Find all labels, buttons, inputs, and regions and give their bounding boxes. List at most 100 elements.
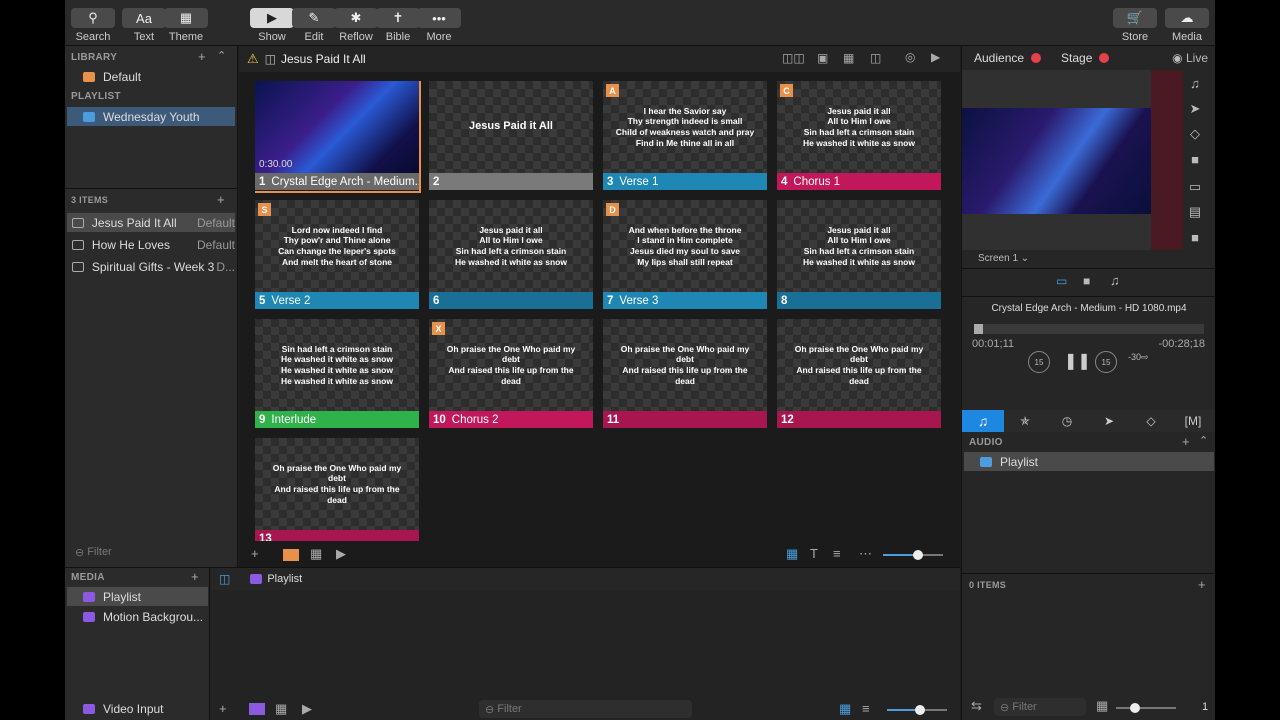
item-how-he-loves[interactable]: How He Loves Default	[67, 235, 235, 254]
transition-icon[interactable]: ▶	[302, 701, 312, 717]
slide-5[interactable]: Lord now indeed I find Thy pow'r and Thi…	[255, 200, 419, 310]
text-button[interactable]: Aa Text	[122, 8, 166, 43]
add-icon[interactable]: +	[219, 701, 227, 716]
camera-icon[interactable]: ▣	[817, 51, 828, 65]
video-input[interactable]: Video Input	[67, 699, 208, 718]
layout-icon[interactable]	[283, 549, 299, 561]
grid-view-icon[interactable]: ▦	[786, 546, 798, 562]
shuffle-icon[interactable]: ⇆	[971, 698, 982, 714]
library-default[interactable]: Default	[67, 67, 235, 86]
audio-timer-icon[interactable]: ✯	[1004, 410, 1046, 432]
zoom-knob[interactable]	[1130, 703, 1140, 713]
tab-audience[interactable]: Audience	[974, 51, 1024, 65]
add-media-icon[interactable]: +	[191, 569, 199, 584]
chevron-up-icon[interactable]: ⌃	[1199, 434, 1208, 447]
skip-back-button[interactable]: 15	[1028, 351, 1050, 373]
slide-13[interactable]: Oh praise the One Who paid my debt And r…	[255, 438, 419, 541]
add-item-icon[interactable]: +	[217, 192, 225, 207]
send-icon[interactable]: ➤	[1180, 101, 1210, 117]
add-icon[interactable]: +	[198, 49, 206, 64]
media-zoom-slider[interactable]	[887, 705, 947, 715]
bible-button[interactable]: ✝ Bible	[376, 8, 420, 43]
list-view-icon[interactable]: ≡	[862, 701, 870, 716]
media-bin-header: ◫ Playlist	[211, 568, 960, 590]
checker-icon[interactable]: ▦	[1096, 698, 1108, 714]
theme-button[interactable]: ▦ Theme	[164, 8, 208, 43]
zoom-slider[interactable]	[883, 550, 943, 560]
edit-button[interactable]: ✎ Edit	[292, 8, 336, 43]
zoom-knob[interactable]	[915, 705, 925, 715]
slide-8[interactable]: Jesus paid it all All to Him I owe Sin h…	[777, 200, 941, 310]
slide-3[interactable]: I hear the Savior say Thy strength indee…	[603, 81, 767, 191]
slide-tab-icon[interactable]: ▭	[1056, 274, 1067, 288]
slide-4[interactable]: Jesus paid it all All to Him I owe Sin h…	[777, 81, 941, 191]
slide-6[interactable]: Jesus paid it all All to Him I owe Sin h…	[429, 200, 593, 310]
chevron-up-icon[interactable]: ⌃	[217, 49, 226, 62]
list-view-icon[interactable]: ≡	[833, 546, 841, 561]
slide-12[interactable]: Oh praise the One Who paid my debt And r…	[777, 319, 941, 429]
item-jesus-paid-it-all[interactable]: Jesus Paid It All Default	[67, 213, 235, 232]
slide-11[interactable]: Oh praise the One Who paid my debt And r…	[603, 319, 767, 429]
search-button[interactable]: ⚲ Search	[71, 8, 115, 43]
record-icon[interactable]: ▦	[843, 51, 854, 65]
video-icon[interactable]: ■	[1180, 230, 1210, 245]
skip-forward-button[interactable]: 15	[1095, 351, 1117, 373]
library-filter[interactable]: ⊖ Filter	[69, 543, 233, 561]
audio-playlist[interactable]: Playlist	[964, 452, 1214, 471]
show-button[interactable]: ▶ Show	[250, 8, 294, 43]
checker-icon[interactable]: ▦	[310, 546, 322, 562]
add-item-icon[interactable]: +	[1198, 577, 1206, 592]
audio-tab-icon[interactable]: ♫	[1110, 273, 1120, 288]
grid-view-icon[interactable]: ▦	[839, 701, 851, 717]
audio-clock-icon[interactable]: ◷	[1046, 410, 1088, 432]
props-icon[interactable]: ◫	[870, 51, 881, 65]
layout-icon[interactable]	[249, 703, 265, 715]
media-progress-bar[interactable]	[974, 324, 1204, 334]
reflow-button[interactable]: ✱ Reflow	[334, 8, 378, 43]
audio-send-icon[interactable]: ➤	[1088, 410, 1130, 432]
item-spiritual-gifts[interactable]: Spiritual Gifts - Week 3 D...	[67, 257, 235, 276]
slide-text: Sin had left a crimson stain He washed i…	[281, 343, 393, 386]
tab-stage[interactable]: Stage	[1061, 51, 1092, 65]
zoom-knob[interactable]	[913, 550, 923, 560]
sidebar-toggle-icon[interactable]: ◫	[219, 572, 230, 586]
live-toggle[interactable]: ◉ Live	[1172, 51, 1208, 65]
slide-1[interactable]: 0:30.00 1 Crystal Edge Arch - Medium...	[255, 81, 421, 193]
media-playlist[interactable]: Playlist	[67, 587, 208, 606]
pause-icon[interactable]: ❚❚	[1064, 351, 1091, 371]
layers-icon[interactable]: ◇	[1180, 126, 1210, 142]
more-button[interactable]: ••• More	[417, 8, 461, 43]
store-button[interactable]: 🛒 Store	[1113, 8, 1157, 43]
text-view-icon[interactable]: T	[810, 546, 818, 561]
audio-layers-icon[interactable]: ◇	[1130, 410, 1172, 432]
slide-10[interactable]: Oh praise the One Who paid my debt And r…	[429, 319, 593, 429]
macro-icon[interactable]: ◫◫	[782, 51, 805, 65]
skip-end-button[interactable]: -30⇨	[1128, 352, 1149, 363]
announce-icon[interactable]: ■	[1180, 152, 1210, 167]
media-button[interactable]: ☁ Media	[1165, 8, 1209, 43]
add-slide-icon[interactable]: +	[251, 546, 259, 561]
add-audio-icon[interactable]: +	[1182, 434, 1190, 449]
audio-zoom-slider[interactable]	[1116, 703, 1176, 713]
more-view-icon[interactable]: ⋯	[859, 546, 872, 562]
next-icon[interactable]: ▶	[931, 50, 940, 64]
audio-filter[interactable]: ⊖ Filter	[994, 698, 1086, 716]
checker-icon[interactable]: ▦	[275, 701, 287, 717]
slide-number: 12	[781, 413, 794, 426]
slide-7[interactable]: And when before the throne I stand in Hi…	[603, 200, 767, 310]
target-icon[interactable]: ◎	[905, 50, 915, 64]
layer-strip	[1151, 70, 1183, 250]
playlist-wednesday-youth[interactable]: Wednesday Youth	[67, 107, 235, 126]
audio-music-icon[interactable]: ♫	[962, 410, 1004, 432]
slide-icon[interactable]: ▭	[1180, 179, 1210, 195]
announce-tab-icon[interactable]: ■	[1083, 274, 1090, 288]
media-motion-backgrounds[interactable]: Motion Backgrou...	[67, 607, 208, 626]
media-filter[interactable]: ⊖ Filter	[479, 700, 692, 718]
slide-2[interactable]: Jesus Paid it All 2	[429, 81, 593, 191]
music-icon[interactable]: ♫	[1180, 76, 1210, 91]
audio-macro-icon[interactable]: [M]	[1172, 410, 1214, 432]
transition-icon[interactable]: ▶	[336, 546, 346, 562]
slide-9[interactable]: Sin had left a crimson stain He washed i…	[255, 319, 419, 429]
screen-select[interactable]: Screen 1 ⌄	[978, 253, 1029, 264]
image-icon[interactable]: ▤	[1180, 204, 1210, 220]
